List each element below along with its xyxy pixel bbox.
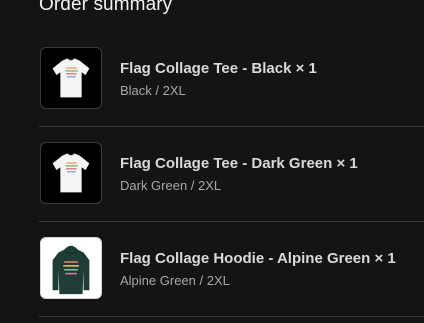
product-name: Flag Collage Hoodie - Alpine Green × 1 bbox=[120, 250, 396, 267]
product-variant: Alpine Green / 2XL bbox=[120, 273, 230, 288]
product-variant: Black / 2XL bbox=[120, 83, 186, 98]
order-summary-title: Order summary bbox=[39, 0, 173, 15]
product-name: Flag Collage Tee - Black × 1 bbox=[120, 60, 317, 77]
product-thumbnail bbox=[40, 142, 102, 204]
product-thumbnail bbox=[40, 47, 102, 109]
hoodie-icon bbox=[52, 245, 90, 295]
tshirt-icon bbox=[52, 58, 90, 98]
line-item: Flag Collage Tee - Black × 1 Black / 2XL bbox=[39, 32, 424, 127]
line-item: Flag Collage Tee - Dark Green × 1 Dark G… bbox=[39, 127, 424, 222]
product-variant: Dark Green / 2XL bbox=[120, 178, 222, 193]
product-name: Flag Collage Tee - Dark Green × 1 bbox=[120, 155, 358, 172]
divider bbox=[39, 316, 424, 317]
product-thumbnail bbox=[40, 237, 102, 299]
order-summary-panel: Order summary Flag Collage Tee - Black ×… bbox=[0, 0, 424, 323]
line-item: Flag Collage Hoodie - Alpine Green × 1 A… bbox=[39, 222, 424, 317]
tshirt-icon bbox=[52, 153, 90, 193]
